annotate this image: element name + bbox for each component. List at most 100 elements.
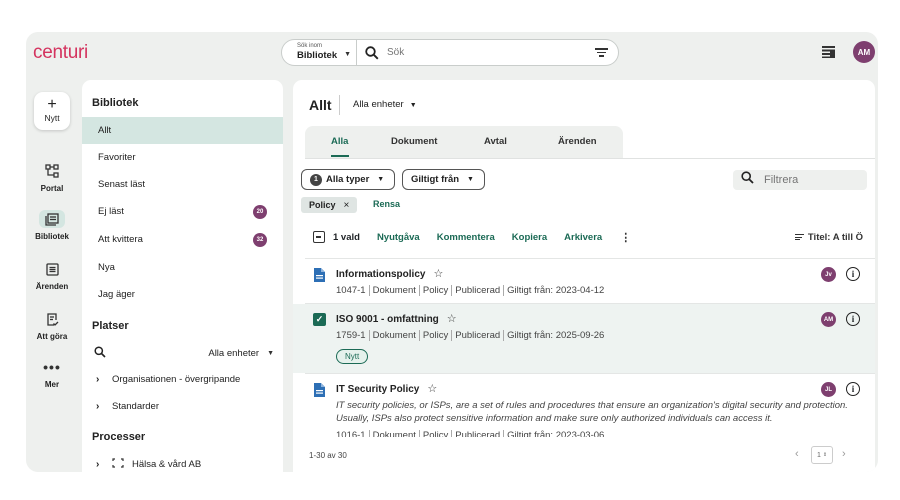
filter-icon[interactable] bbox=[595, 48, 608, 57]
tab-cases[interactable]: Ärenden bbox=[558, 136, 597, 147]
tab-contracts[interactable]: Avtal bbox=[484, 136, 507, 147]
meta-id: 1759-1 bbox=[336, 330, 366, 341]
divider bbox=[339, 95, 340, 115]
meta-category: Policy bbox=[418, 330, 449, 341]
search-input[interactable] bbox=[387, 47, 595, 58]
place-item[interactable]: › Organisationen - övergripande bbox=[96, 374, 240, 385]
rail-label: Att göra bbox=[36, 332, 68, 341]
bulk-action-bar: 1 vald Nyutgåva Kommentera Kopiera Arkiv… bbox=[313, 229, 863, 245]
clear-filters-link[interactable]: Rensa bbox=[373, 199, 400, 209]
result-count: 1-30 av 30 bbox=[309, 451, 347, 460]
new-button[interactable]: + Nytt bbox=[34, 92, 70, 130]
user-avatar[interactable]: AM bbox=[853, 41, 875, 63]
view-settings-icon[interactable] bbox=[822, 45, 835, 58]
page-title: Allt bbox=[309, 97, 332, 113]
star-icon[interactable]: ☆ bbox=[427, 383, 437, 395]
search-scope-dropdown[interactable]: Sök inom Bibliotek ▼ bbox=[282, 40, 357, 65]
owner-avatar: AM bbox=[821, 312, 836, 327]
library-item-unread[interactable]: Ej läst 20 bbox=[82, 198, 283, 225]
document-title[interactable]: ISO 9001 - omfattning ☆ bbox=[336, 312, 457, 325]
chevron-left-icon[interactable]: ‹ bbox=[795, 448, 799, 460]
library-item-label: Favoriter bbox=[98, 152, 136, 163]
divider bbox=[305, 158, 875, 159]
rail-item-more[interactable]: ••• Mer bbox=[26, 358, 78, 389]
page-number: 1 bbox=[816, 451, 821, 459]
rail-item-library[interactable]: Bibliotek bbox=[26, 210, 78, 241]
more-actions-icon[interactable]: ⋮ bbox=[620, 231, 631, 244]
global-search: Sök inom Bibliotek ▼ bbox=[281, 39, 619, 66]
library-item-to-acknowledge[interactable]: Att kvittera 32 bbox=[82, 226, 283, 253]
document-meta: 1047-1 Dokument Policy Publicerad Giltigt fr… bbox=[336, 285, 605, 296]
active-filter-label: Policy bbox=[309, 200, 336, 210]
library-item-recent[interactable]: Senast läst bbox=[82, 171, 283, 198]
search-icon bbox=[365, 45, 379, 60]
tab-all[interactable]: Alla bbox=[331, 136, 348, 147]
caret-down-icon: ▼ bbox=[267, 349, 274, 357]
caret-down-icon: ▼ bbox=[344, 51, 351, 58]
star-icon[interactable]: ☆ bbox=[447, 313, 457, 325]
new-edition-button[interactable]: Nyutgåva bbox=[377, 232, 420, 243]
active-filter-chip[interactable]: Policy × bbox=[301, 197, 358, 213]
process-item[interactable]: › Hälsa & vård AB bbox=[96, 458, 201, 471]
library-item-owned[interactable]: Jag äger bbox=[82, 281, 283, 308]
info-icon[interactable]: i bbox=[846, 312, 860, 326]
copy-button[interactable]: Kopiera bbox=[512, 232, 547, 243]
owner-avatar: JL bbox=[821, 382, 836, 397]
library-item-new[interactable]: Nya bbox=[82, 254, 283, 281]
meta-type: Dokument bbox=[368, 330, 416, 341]
place-label: Standarder bbox=[112, 401, 160, 412]
spinner-icon: ⇕ bbox=[822, 452, 828, 458]
document-row-selected[interactable]: ✓ ISO 9001 - omfattning ☆ 1759-1 Dokument P… bbox=[293, 304, 875, 373]
plus-icon: + bbox=[47, 96, 57, 113]
document-title-text: ISO 9001 - omfattning bbox=[336, 314, 439, 325]
search-icon[interactable] bbox=[94, 345, 106, 361]
library-panel: Bibliotek Allt Favoriter Senast läst Ej … bbox=[82, 80, 283, 472]
library-item-label: Allt bbox=[98, 125, 112, 136]
info-icon[interactable]: i bbox=[846, 382, 860, 396]
valid-from-filter-chip[interactable]: Giltigt från ▼ bbox=[402, 169, 485, 190]
chevron-right-icon[interactable]: › bbox=[96, 459, 112, 470]
rail-item-todo[interactable]: Att göra bbox=[26, 310, 78, 341]
document-row[interactable]: Informationspolicy ☆ 1047-1 Dokument Policy… bbox=[293, 259, 875, 303]
comment-button[interactable]: Kommentera bbox=[437, 232, 495, 243]
library-icon bbox=[39, 210, 65, 228]
document-icon bbox=[314, 268, 325, 282]
library-item-favorites[interactable]: Favoriter bbox=[82, 144, 283, 171]
rail-label: Portal bbox=[40, 184, 64, 193]
rail-label: Bibliotek bbox=[35, 232, 69, 241]
type-filter-chip[interactable]: 1 Alla typer ▼ bbox=[301, 169, 396, 190]
unit-dropdown[interactable]: Alla enheter ▼ bbox=[353, 99, 417, 110]
places-filter[interactable]: Alla enheter ▼ bbox=[94, 345, 274, 361]
document-title-text: IT Security Policy bbox=[336, 384, 420, 395]
select-all-checkbox[interactable] bbox=[313, 231, 325, 243]
list-footer: 1-30 av 30 ‹ 1 ⇕ › bbox=[293, 437, 875, 472]
more-icon: ••• bbox=[43, 359, 61, 375]
document-title-text: Informationspolicy bbox=[336, 269, 426, 280]
chevron-right-icon[interactable]: › bbox=[96, 374, 112, 385]
document-row[interactable]: IT Security Policy ☆ IT security policies… bbox=[293, 374, 875, 441]
close-icon[interactable]: × bbox=[344, 200, 350, 211]
chevron-right-icon[interactable]: › bbox=[96, 401, 112, 412]
places-title: Platser bbox=[92, 320, 129, 332]
row-checkbox-checked[interactable]: ✓ bbox=[313, 313, 326, 326]
library-item-label: Jag äger bbox=[98, 289, 135, 300]
place-label: Organisationen - övergripande bbox=[112, 374, 241, 385]
main-panel: Allt Alla enheter ▼ Alla Dokument Avtal Ä… bbox=[293, 80, 875, 472]
filter-input[interactable] bbox=[764, 174, 864, 186]
rail-item-portal[interactable]: Portal bbox=[26, 162, 78, 193]
tab-documents[interactable]: Dokument bbox=[391, 136, 437, 147]
star-icon[interactable]: ☆ bbox=[433, 268, 443, 280]
document-title[interactable]: IT Security Policy ☆ bbox=[336, 382, 437, 395]
document-title[interactable]: Informationspolicy ☆ bbox=[336, 267, 443, 280]
meta-valid-from: Giltigt från: 2025-09-26 bbox=[503, 330, 605, 341]
filter-search bbox=[733, 170, 867, 190]
place-item[interactable]: › Standarder bbox=[96, 401, 159, 412]
library-item-all[interactable]: Allt bbox=[82, 117, 283, 144]
info-icon[interactable]: i bbox=[846, 267, 860, 281]
rail-item-cases[interactable]: Ärenden bbox=[26, 260, 78, 291]
unit-dropdown-label: Alla enheter bbox=[353, 99, 404, 110]
archive-button[interactable]: Arkivera bbox=[564, 232, 602, 243]
page-select[interactable]: 1 ⇕ bbox=[811, 446, 833, 464]
chevron-right-icon[interactable]: › bbox=[842, 448, 846, 460]
sort-dropdown[interactable]: Titel: A till Ö bbox=[794, 232, 863, 243]
